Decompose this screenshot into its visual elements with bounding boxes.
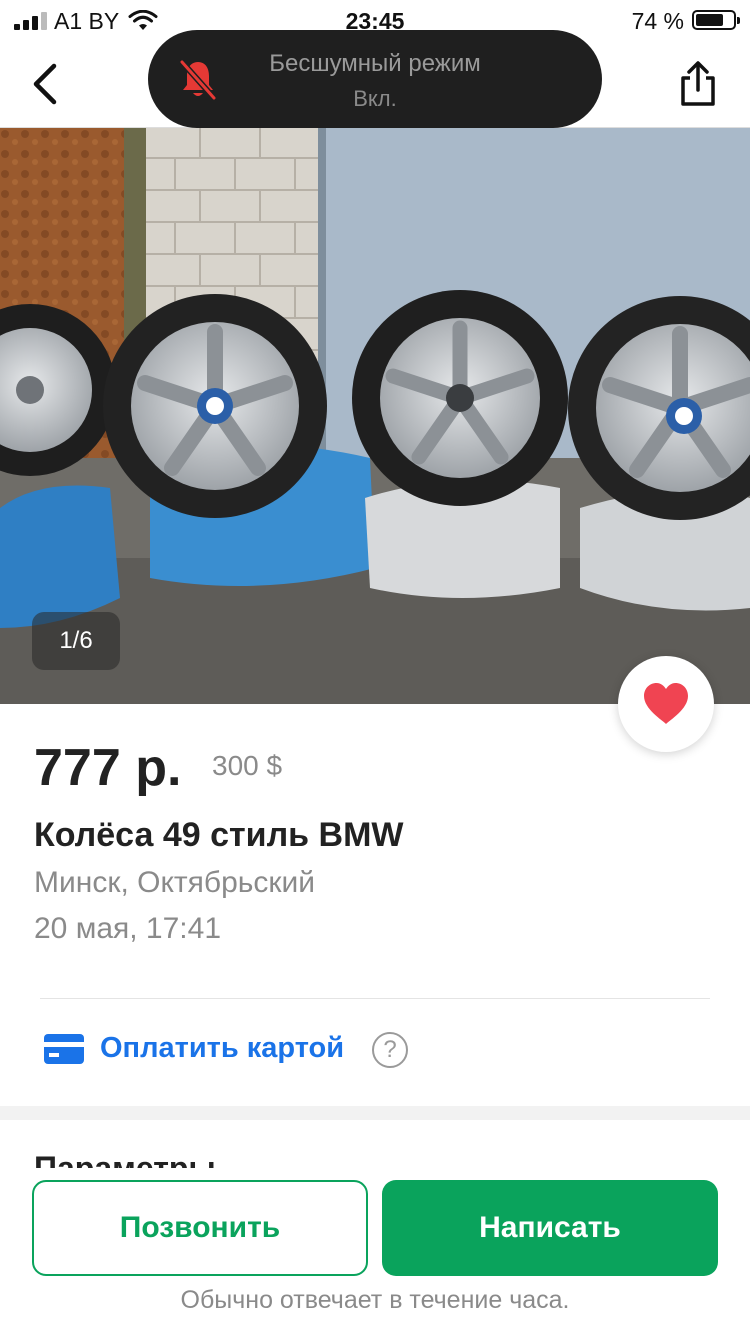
silent-mode-toast: Бесшумный режим Вкл. bbox=[148, 30, 602, 128]
help-icon[interactable]: ? bbox=[372, 1032, 408, 1068]
toast-title: Бесшумный режим bbox=[269, 50, 481, 77]
reply-time-note: Обычно отвечает в течение часа. bbox=[180, 1286, 570, 1314]
favorite-button[interactable] bbox=[618, 656, 714, 752]
price-usd: 300 $ bbox=[212, 750, 283, 781]
pay-by-card-row[interactable]: Оплатить картой ? bbox=[40, 1020, 640, 1080]
price: 777 р. bbox=[34, 739, 182, 797]
section-separator bbox=[0, 1106, 750, 1120]
listing-location: Минск, Октябрьский bbox=[34, 866, 316, 899]
share-icon[interactable] bbox=[676, 58, 720, 110]
listing-date: 20 мая, 17:41 bbox=[34, 912, 222, 945]
battery-percent: 74 % bbox=[631, 8, 684, 34]
call-button[interactable]: Позвонить bbox=[32, 1180, 368, 1276]
toast-subtitle: Вкл. bbox=[353, 86, 397, 111]
write-button[interactable]: Написать bbox=[382, 1180, 718, 1276]
divider bbox=[40, 998, 710, 999]
credit-card-icon bbox=[44, 1034, 84, 1064]
chevron-left-icon[interactable] bbox=[24, 58, 68, 110]
battery-icon bbox=[692, 10, 740, 30]
heart-icon bbox=[644, 683, 688, 724]
photo-counter: 1/6 bbox=[32, 612, 120, 670]
bottom-action-bar: Позвонить Написать Обычно отвечает в теч… bbox=[0, 1168, 750, 1334]
pay-by-card-link[interactable]: Оплатить картой bbox=[100, 1032, 344, 1065]
listing-title: Колёса 49 стиль BMW bbox=[34, 816, 404, 854]
